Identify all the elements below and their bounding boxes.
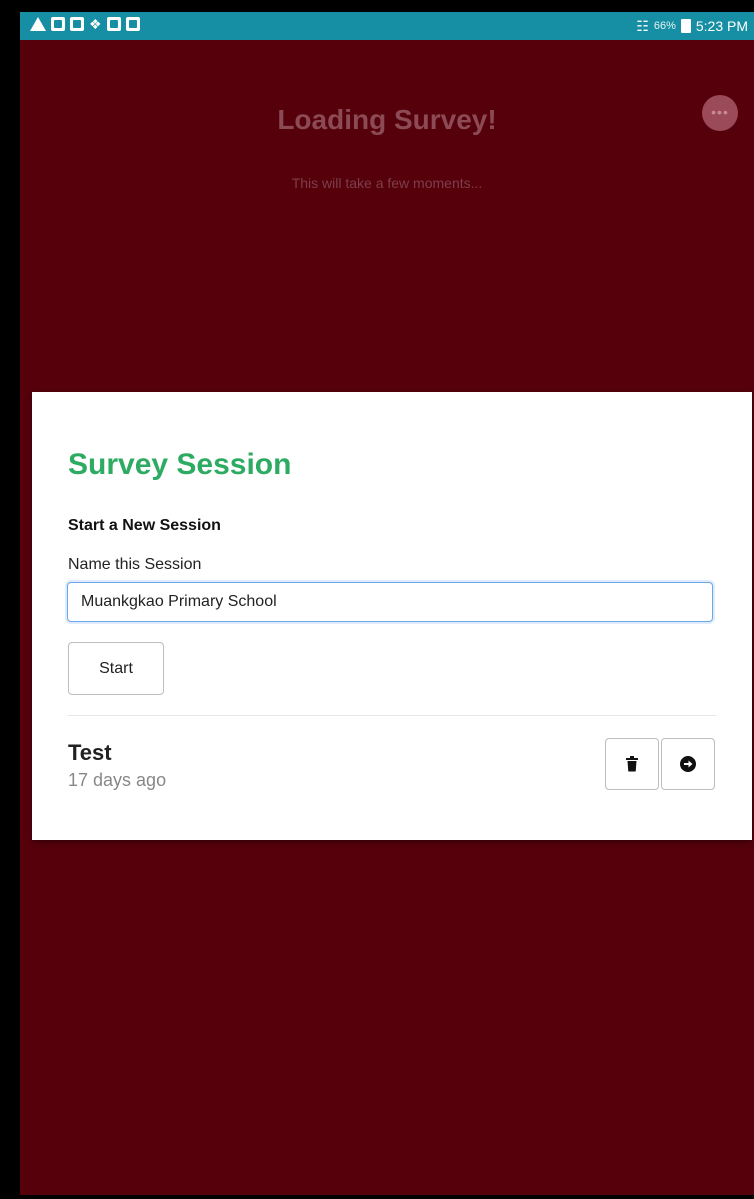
session-name-label: Name this Session [68, 556, 202, 573]
device-frame: ❖ ☷ 66% 5:23 PM Loading Survey! This wil… [0, 0, 754, 1199]
battery-percent: 66% [653, 20, 676, 32]
arrow-circle-right-icon [680, 756, 696, 772]
clock: 5:23 PM [695, 18, 748, 34]
divider [68, 715, 716, 716]
more-dots-icon: ••• [711, 104, 729, 120]
mail-icon [106, 17, 121, 31]
dialog-title: Survey Session [68, 448, 292, 481]
status-bar: ❖ ☷ 66% 5:23 PM [20, 12, 754, 40]
dropbox-icon: ❖ [89, 16, 102, 32]
session-item-date: 17 days ago [68, 770, 167, 790]
notification-icons: ❖ [30, 17, 140, 31]
photo-icon [125, 17, 140, 31]
session-name-input[interactable] [67, 582, 713, 622]
open-session-button[interactable] [661, 738, 715, 790]
session-item-name: Test [68, 740, 112, 765]
battery-icon [680, 19, 691, 33]
loading-subtitle: This will take a few moments... [291, 175, 483, 191]
start-button[interactable]: Start [68, 642, 164, 695]
more-options-button[interactable]: ••• [702, 95, 738, 131]
delete-session-button[interactable] [605, 738, 659, 790]
wifi-icon: ☷ [636, 18, 649, 34]
loading-title: Loading Survey! [277, 104, 497, 135]
survey-session-dialog: Survey Session Start a New Session Name … [32, 392, 752, 840]
new-session-heading: Start a New Session [68, 517, 221, 534]
alert-icon [30, 17, 46, 31]
trash-icon [626, 756, 638, 772]
mail-icon [70, 17, 84, 31]
app-screen: ❖ ☷ 66% 5:23 PM Loading Survey! This wil… [20, 12, 754, 1195]
system-status: ☷ 66% 5:23 PM [636, 18, 748, 34]
gallery-icon [51, 17, 65, 31]
